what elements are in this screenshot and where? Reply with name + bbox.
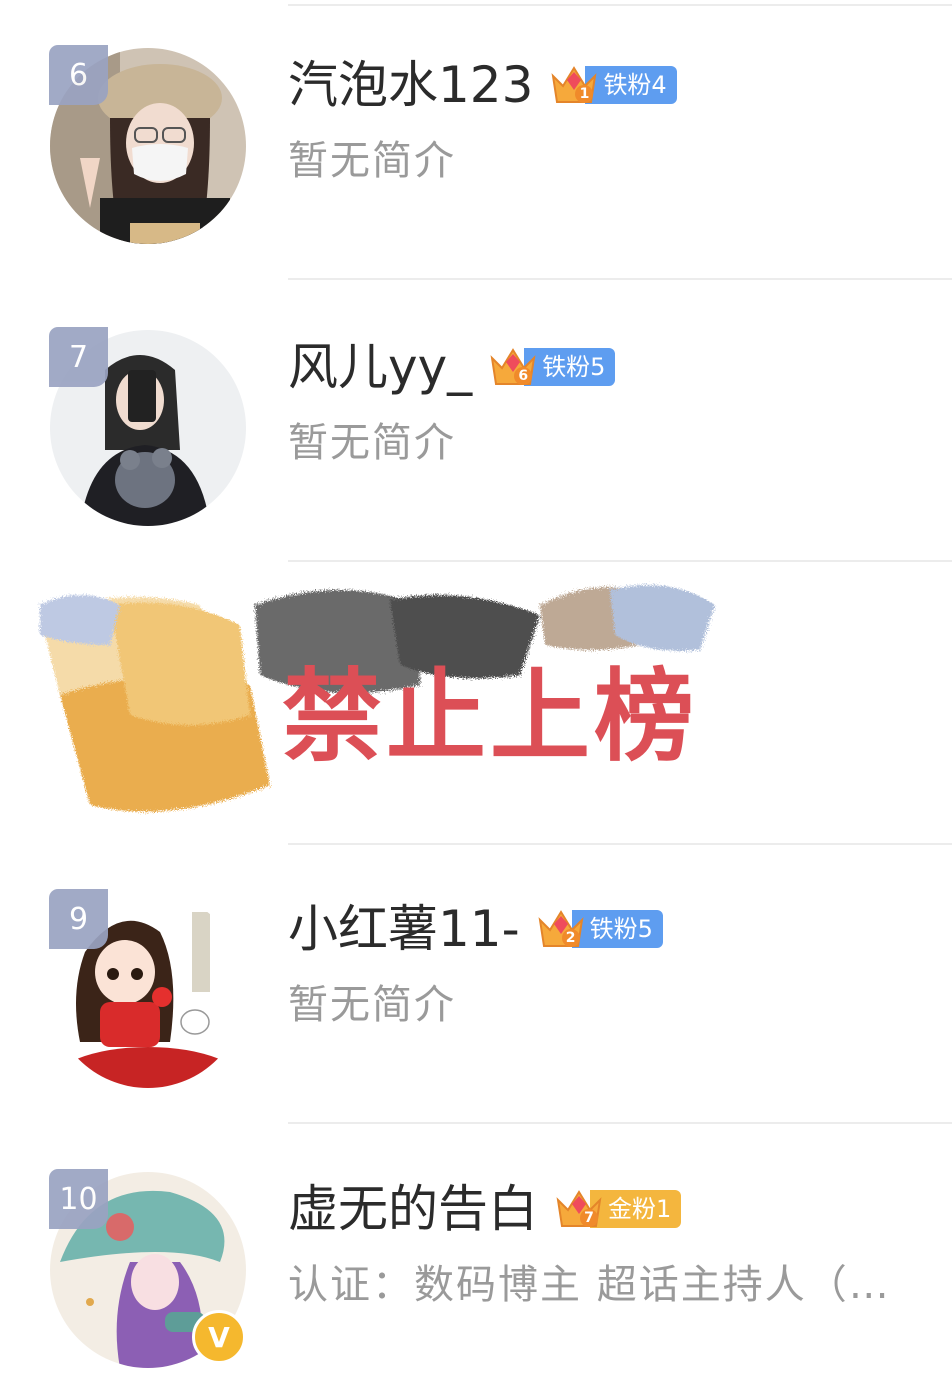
user-name[interactable]: 风儿yy_ — [288, 342, 472, 392]
user-name[interactable]: 汽泡水123 — [288, 60, 533, 110]
fan-ranking-list: 6 汽泡水123 1 铁粉4 暂无简介 7 风儿yy_ 6 铁粉5 暂无简介 禁… — [0, 0, 952, 1400]
fan-badge[interactable]: 2 铁粉5 — [536, 909, 663, 949]
rank-tag: 10 — [49, 1169, 108, 1229]
banned-label: 禁止上榜 — [282, 658, 698, 775]
user-bio: 暂无简介 — [288, 982, 456, 1028]
divider — [288, 278, 952, 280]
ranking-row[interactable]: 7 风儿yy_ 6 铁粉5 暂无简介 — [0, 282, 952, 562]
verified-v-icon: V — [192, 1310, 246, 1364]
ranking-row[interactable]: 6 汽泡水123 1 铁粉4 暂无简介 — [0, 0, 952, 280]
user-bio: 暂无简介 — [288, 420, 456, 466]
crown-icon: 7 — [554, 1184, 604, 1234]
user-bio: 认证：数码博主 超话主持人（… — [288, 1262, 891, 1308]
rank-tag: 7 — [49, 327, 108, 387]
crown-icon: 1 — [549, 60, 599, 110]
rank-tag: 6 — [49, 45, 108, 105]
name-line: 虚无的告白 7 金粉1 — [288, 1174, 682, 1244]
fan-badge[interactable]: 7 金粉1 — [554, 1189, 682, 1229]
ranking-row[interactable]: 9 小红薯11- 2 铁粉5 暂无简介 — [0, 844, 952, 1124]
name-line: 风儿yy_ 6 铁粉5 — [288, 332, 616, 402]
user-name[interactable]: 虚无的告白 — [288, 1184, 538, 1234]
ranking-row[interactable]: 10 虚无的告白 7 金粉1 认证：数码博主 超话主持人（… — [0, 1124, 952, 1400]
divider — [288, 560, 952, 562]
crown-icon: 6 — [488, 342, 538, 392]
fan-badge[interactable]: 1 铁粉4 — [549, 65, 677, 105]
rank-tag: 9 — [49, 889, 108, 949]
crown-icon: 2 — [536, 904, 586, 954]
banned-entry: 禁止上榜 — [0, 565, 952, 845]
name-line: 汽泡水123 1 铁粉4 — [288, 50, 677, 120]
user-bio: 暂无简介 — [288, 138, 456, 184]
name-line: 小红薯11- 2 铁粉5 — [288, 894, 663, 964]
fan-badge[interactable]: 6 铁粉5 — [488, 347, 616, 387]
user-name[interactable]: 小红薯11- — [288, 904, 520, 954]
